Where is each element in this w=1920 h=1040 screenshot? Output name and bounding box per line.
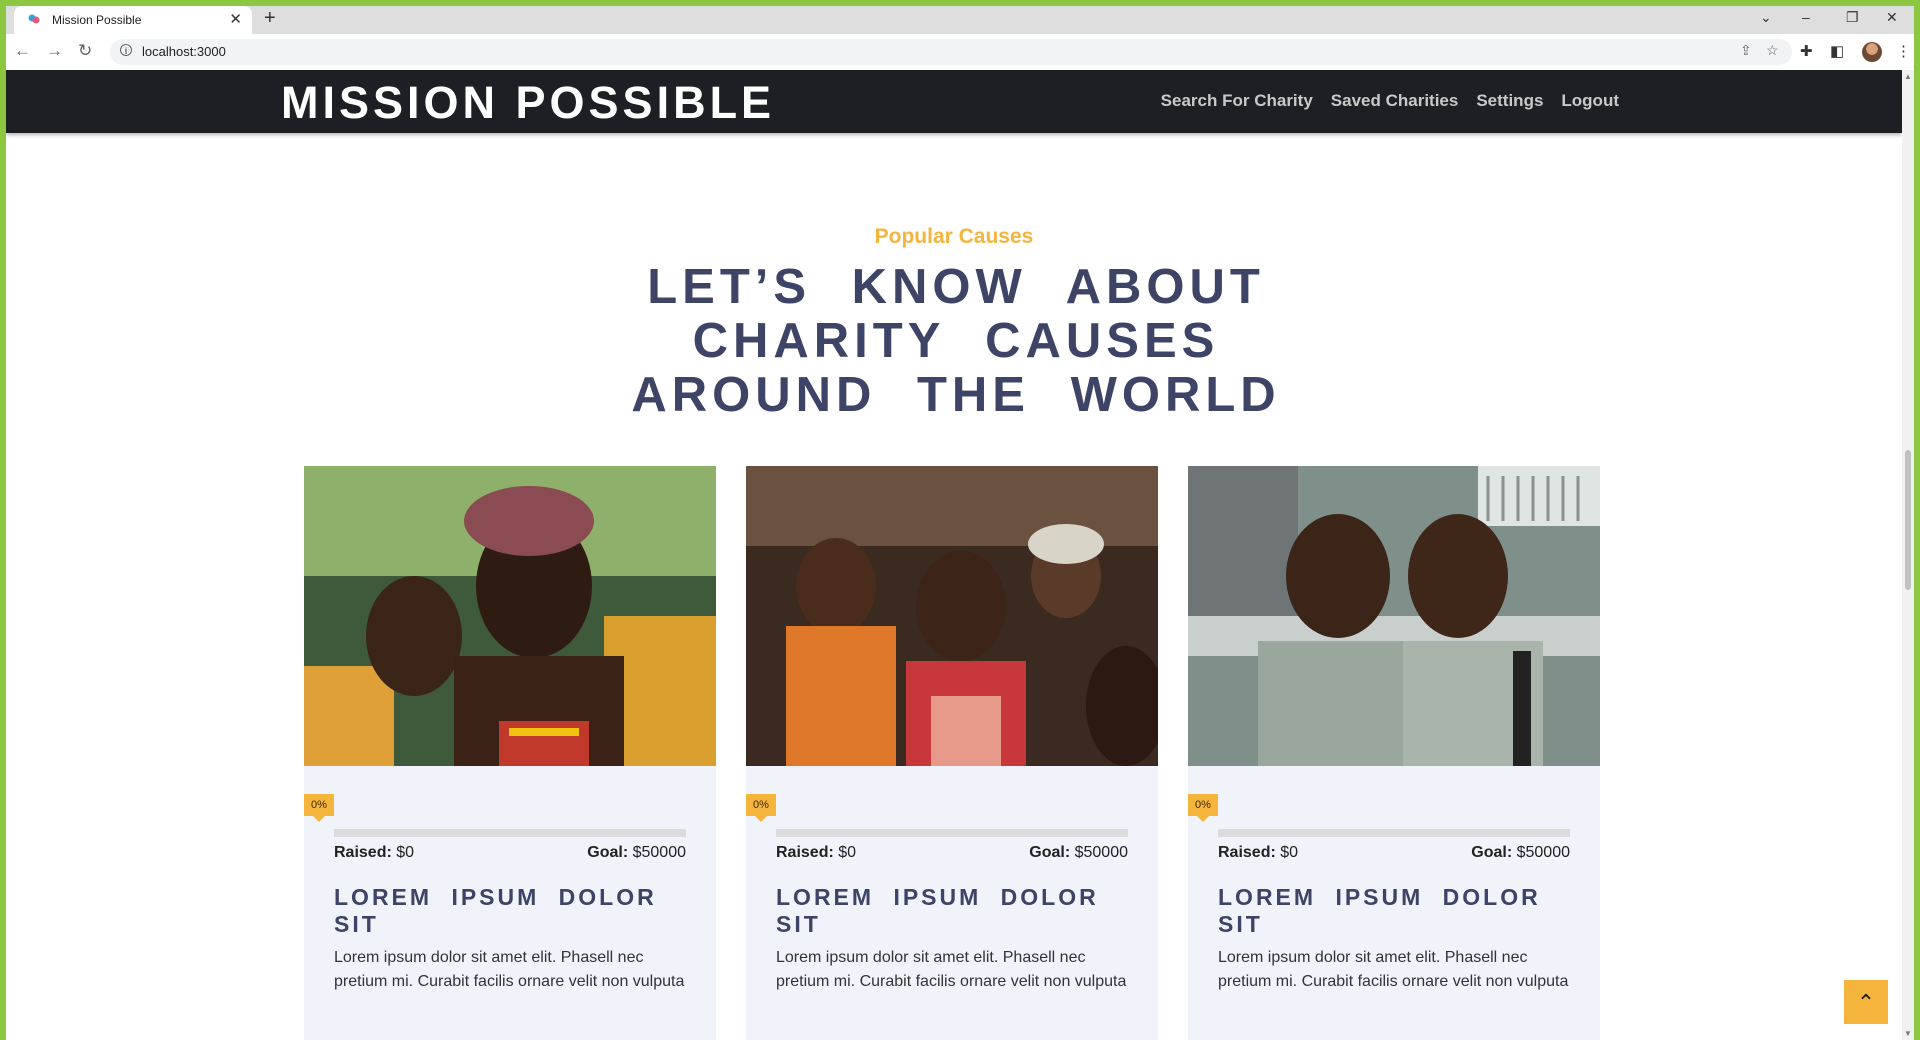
nav-link-logout[interactable]: Logout: [1561, 91, 1619, 111]
share-icon[interactable]: ⇪: [1740, 42, 1752, 59]
goal-amount: Goal: $50000: [1029, 844, 1128, 862]
cause-description: Lorem ipsum dolor sit amet elit. Phasell…: [776, 949, 1127, 990]
back-icon[interactable]: ←: [14, 41, 31, 61]
close-tab-icon[interactable]: ✕: [229, 10, 242, 28]
cause-description: Lorem ipsum dolor sit amet elit. Phasell…: [334, 949, 685, 990]
raised-value: $0: [838, 844, 857, 861]
goal-label: Goal:: [587, 844, 629, 861]
cause-card[interactable]: 0% Raised: $0 Goal: $50000 Lorem ipsum d…: [1188, 466, 1600, 1040]
tab-title: Mission Possible: [52, 13, 142, 27]
address-bar[interactable]: i localhost:3000 ⇪ ☆: [110, 39, 1792, 65]
goal-value: $50000: [1074, 844, 1128, 861]
progress-badge: 0%: [1188, 794, 1218, 822]
site-brand[interactable]: MISSION POSSIBLE: [281, 77, 775, 129]
cause-title[interactable]: Lorem ipsum dolor sit: [776, 884, 1128, 938]
nav-link-settings[interactable]: Settings: [1476, 91, 1543, 111]
browser-toolbar: ← → ↻ i localhost:3000 ⇪ ☆ ✚ ◧ ⋮: [6, 34, 1914, 71]
section-title: Let’s know about charity causes around t…: [631, 260, 1281, 422]
restore-icon[interactable]: ❐: [1846, 9, 1859, 26]
raised-label: Raised:: [334, 844, 392, 861]
goal-label: Goal:: [1029, 844, 1071, 861]
close-window-icon[interactable]: ✕: [1886, 9, 1898, 26]
scroll-down-arrow-icon[interactable]: ▼: [1904, 1029, 1912, 1038]
section-eyebrow: Popular Causes: [874, 225, 1034, 248]
cause-image: [304, 466, 716, 766]
page-scrollbar[interactable]: ▲ ▼: [1902, 70, 1914, 1040]
goal-amount: Goal: $50000: [1471, 844, 1570, 862]
site-navbar: MISSION POSSIBLE Search For Charity Save…: [6, 70, 1902, 133]
forward-icon[interactable]: →: [46, 41, 63, 61]
back-to-top-button[interactable]: ⌃: [1844, 980, 1888, 1024]
goal-value: $50000: [1516, 844, 1570, 861]
browser-tab[interactable]: Mission Possible ✕: [14, 6, 252, 34]
nav-link-saved[interactable]: Saved Charities: [1331, 91, 1459, 111]
raised-label: Raised:: [776, 844, 834, 861]
goal-label: Goal:: [1471, 844, 1513, 861]
bookmark-star-icon[interactable]: ☆: [1766, 42, 1779, 59]
progress-bar: [1218, 829, 1570, 837]
cause-card[interactable]: 0% Raised: $0 Goal: $50000 Lorem ipsum d…: [746, 466, 1158, 1040]
cause-title[interactable]: Lorem ipsum dolor sit: [334, 884, 686, 938]
raised-value: $0: [396, 844, 415, 861]
profile-avatar[interactable]: [1862, 42, 1882, 62]
tab-search-icon[interactable]: ⌄: [1760, 9, 1772, 26]
favicon-icon: [28, 14, 40, 24]
goal-value: $50000: [632, 844, 686, 861]
extensions-icon[interactable]: ✚: [1800, 42, 1813, 60]
goal-amount: Goal: $50000: [587, 844, 686, 862]
cause-title[interactable]: Lorem ipsum dolor sit: [1218, 884, 1570, 938]
cause-image: [746, 466, 1158, 766]
menu-dots-icon[interactable]: ⋮: [1896, 42, 1911, 60]
progress-bar: [334, 829, 686, 837]
raised-amount: Raised: $0: [1218, 844, 1298, 862]
reload-icon[interactable]: ↻: [78, 41, 92, 61]
url-text: localhost:3000: [142, 44, 226, 59]
scrollbar-thumb[interactable]: [1905, 450, 1911, 590]
nav-menu: Search For Charity Saved Charities Setti…: [1161, 91, 1619, 111]
chevron-up-icon: ⌃: [1856, 990, 1876, 1015]
site-info-icon[interactable]: i: [120, 44, 132, 56]
side-panel-icon[interactable]: ◧: [1830, 42, 1844, 60]
page-viewport: MISSION POSSIBLE Search For Charity Save…: [6, 70, 1902, 1040]
raised-amount: Raised: $0: [776, 844, 856, 862]
progress-badge: 0%: [304, 794, 334, 822]
cause-card[interactable]: 0% Raised: $0 Goal: $50000 Lorem ipsum d…: [304, 466, 716, 1040]
new-tab-icon[interactable]: +: [264, 7, 276, 30]
nav-link-search[interactable]: Search For Charity: [1161, 91, 1313, 111]
cause-image: [1188, 466, 1600, 766]
progress-bar: [776, 829, 1128, 837]
scroll-up-arrow-icon[interactable]: ▲: [1904, 72, 1912, 81]
progress-badge: 0%: [746, 794, 776, 822]
raised-amount: Raised: $0: [334, 844, 414, 862]
raised-label: Raised:: [1218, 844, 1276, 861]
raised-value: $0: [1280, 844, 1299, 861]
cause-description: Lorem ipsum dolor sit amet elit. Phasell…: [1218, 949, 1569, 990]
tab-strip: Mission Possible ✕ + ⌄ – ❐ ✕: [6, 6, 1914, 34]
minimize-icon[interactable]: –: [1802, 9, 1810, 25]
